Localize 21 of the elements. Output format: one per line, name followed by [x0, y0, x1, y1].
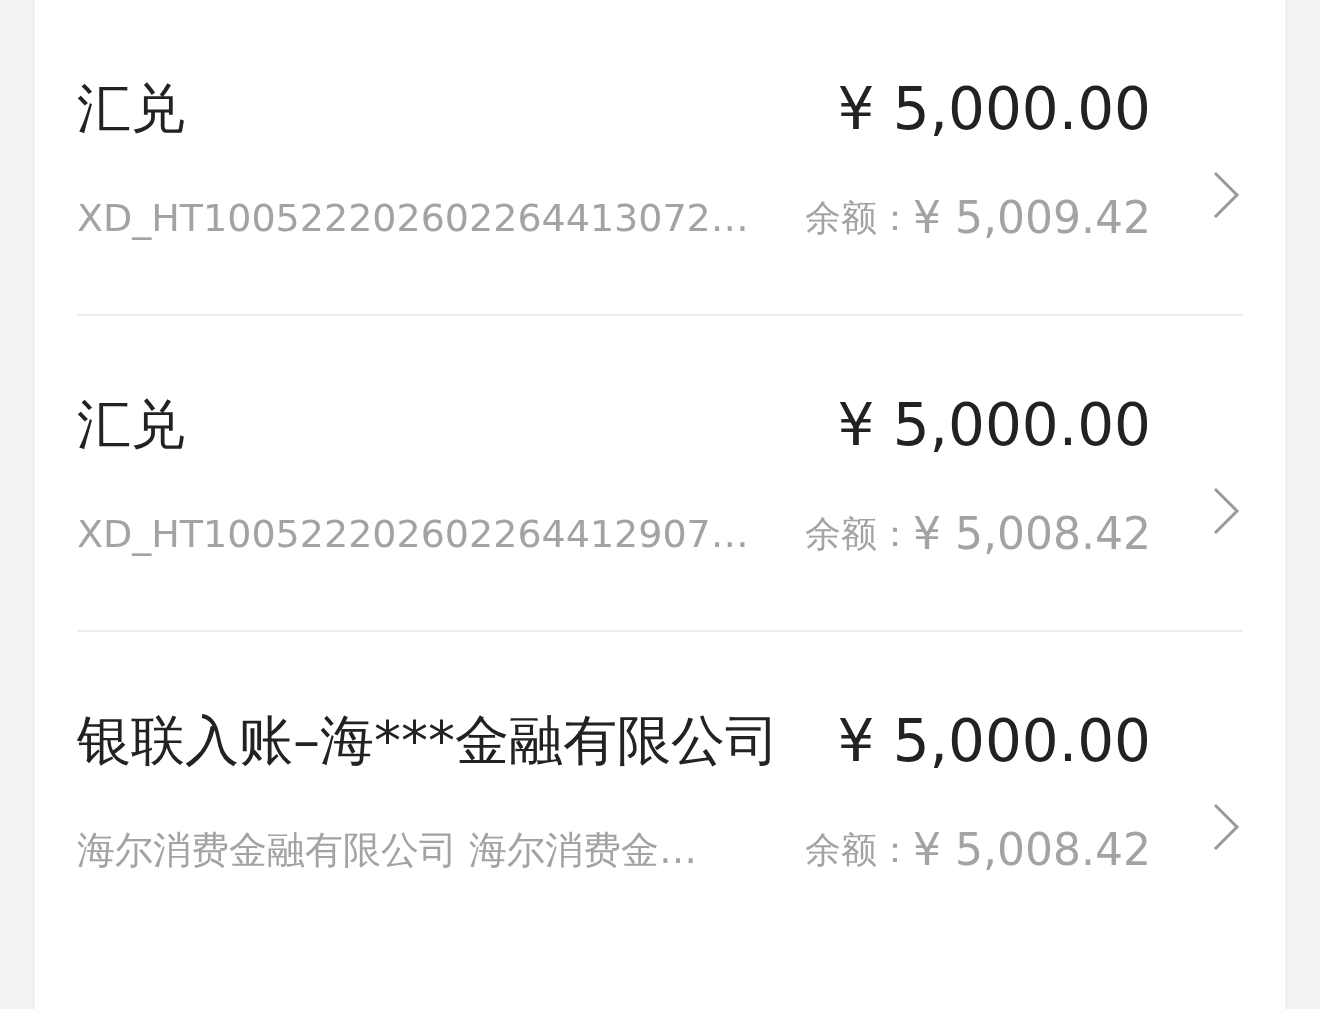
transaction-reference: XD_HT100522202602264413072…	[77, 195, 749, 242]
transaction-row[interactable]: 银联入账–海***金融有限公司 ¥ 5,000.00 海尔消费金融有限公司 海尔消费金… 余额：¥ 5,008.42	[77, 632, 1243, 946]
transaction-row[interactable]: 汇兑 ¥ 5,000.00 XD_HT100522202602264412907… 余额：¥ 5,008.42	[77, 316, 1243, 632]
transaction-row[interactable]: 汇兑 ¥ 5,000.00 XD_HT100522202602264413072… 余额：¥ 5,009.42	[77, 0, 1243, 316]
chevron-right-icon	[1211, 486, 1241, 536]
transaction-title: 银联入账–海***金融有限公司	[77, 708, 779, 774]
transaction-reference: XD_HT100522202602264412907…	[77, 511, 749, 558]
chevron-right-icon	[1211, 170, 1241, 220]
transaction-title: 汇兑	[77, 76, 185, 142]
transaction-amount: ¥ 5,000.00	[837, 74, 1151, 144]
chevron-right-icon	[1211, 802, 1241, 852]
balance-amount: ¥ 5,009.42	[913, 191, 1151, 245]
balance-label: 余额：	[805, 512, 914, 556]
balance-amount: ¥ 5,008.42	[913, 823, 1151, 877]
transaction-title: 汇兑	[77, 392, 185, 458]
transaction-amount: ¥ 5,000.00	[837, 706, 1151, 776]
balance-amount: ¥ 5,008.42	[913, 507, 1151, 561]
transaction-reference: 海尔消费金融有限公司 海尔消费金…	[77, 827, 698, 874]
balance-label: 余额：	[805, 196, 914, 240]
transaction-amount: ¥ 5,000.00	[837, 390, 1151, 460]
balance-label: 余额：	[805, 828, 914, 872]
